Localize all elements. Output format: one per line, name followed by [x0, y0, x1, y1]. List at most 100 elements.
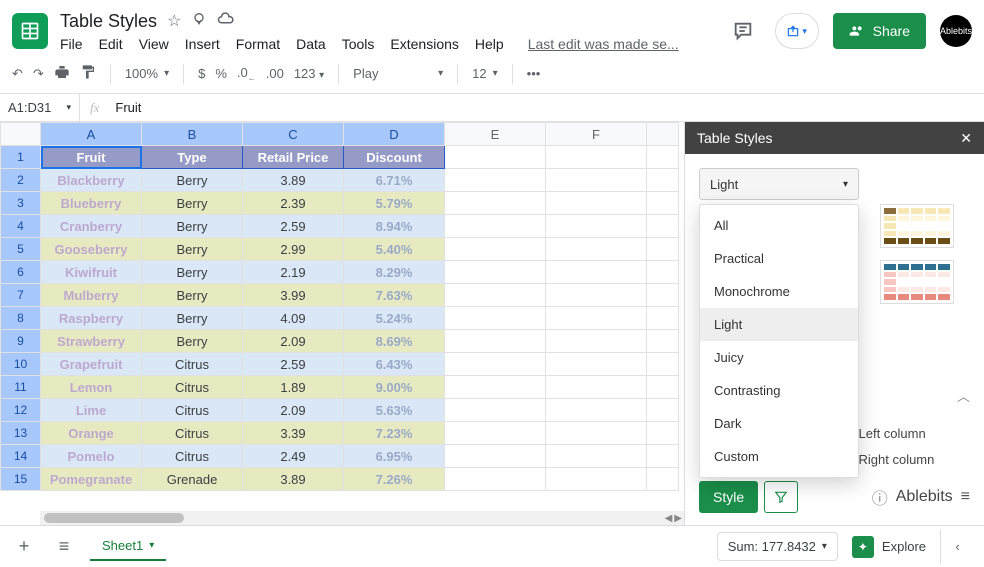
cell[interactable]: Berry [142, 307, 243, 330]
cell[interactable]: 7.63% [344, 284, 445, 307]
cell[interactable]: Grapefruit [41, 353, 142, 376]
col-header[interactable]: D [344, 123, 445, 146]
print-icon[interactable] [54, 64, 70, 83]
cell[interactable] [445, 261, 546, 284]
style-preview[interactable] [880, 260, 954, 304]
name-box[interactable]: A1:D31▾ [0, 94, 80, 121]
cell[interactable] [445, 238, 546, 261]
redo-icon[interactable]: ↷ [33, 66, 44, 82]
style-category-select[interactable]: Light▾ [699, 168, 859, 200]
dropdown-option[interactable]: Practical [700, 242, 858, 275]
cell[interactable] [445, 399, 546, 422]
cell[interactable]: Pomelo [41, 445, 142, 468]
col-header[interactable]: B [142, 123, 243, 146]
cell[interactable] [546, 284, 647, 307]
cell[interactable] [546, 146, 647, 169]
cell[interactable] [546, 192, 647, 215]
cell[interactable]: 4.09 [243, 307, 344, 330]
col-header[interactable] [647, 123, 679, 146]
cell[interactable]: Blackberry [41, 169, 142, 192]
row-header[interactable]: 2 [1, 169, 41, 192]
style-preview[interactable] [880, 204, 954, 248]
menu-edit[interactable]: Edit [99, 36, 123, 52]
cell[interactable] [647, 261, 679, 284]
col-header[interactable]: A [41, 123, 142, 146]
fontsize-select[interactable]: 12▾ [472, 66, 498, 81]
row-header[interactable]: 10 [1, 353, 41, 376]
cell[interactable]: Blueberry [41, 192, 142, 215]
cell[interactable] [546, 399, 647, 422]
cell[interactable]: Berry [142, 192, 243, 215]
cell[interactable]: 7.23% [344, 422, 445, 445]
cell[interactable]: 7.26% [344, 468, 445, 491]
paint-format-icon[interactable] [80, 64, 96, 83]
cell[interactable]: 8.29% [344, 261, 445, 284]
select-all-corner[interactable] [1, 123, 41, 146]
cell[interactable] [647, 307, 679, 330]
cell[interactable] [647, 215, 679, 238]
collapse-sidebar-button[interactable]: ‹ [940, 530, 974, 564]
dropdown-option[interactable]: Juicy [700, 341, 858, 374]
cell[interactable]: 3.89 [243, 169, 344, 192]
cell[interactable] [647, 192, 679, 215]
row-header[interactable]: 8 [1, 307, 41, 330]
cell[interactable] [445, 468, 546, 491]
menu-help[interactable]: Help [475, 36, 504, 52]
explore-button[interactable]: ✦Explore [852, 536, 926, 558]
cell[interactable]: Citrus [142, 422, 243, 445]
cell[interactable] [445, 192, 546, 215]
menu-file[interactable]: File [60, 36, 83, 52]
cell[interactable] [647, 169, 679, 192]
cell[interactable]: Raspberry [41, 307, 142, 330]
cell[interactable]: Orange [41, 422, 142, 445]
cell[interactable]: 2.39 [243, 192, 344, 215]
scrollbar-thumb[interactable] [44, 513, 184, 523]
all-sheets-button[interactable]: ≡ [50, 536, 78, 557]
col-header[interactable]: C [243, 123, 344, 146]
cell[interactable]: Gooseberry [41, 238, 142, 261]
cell[interactable] [546, 353, 647, 376]
row-header[interactable]: 14 [1, 445, 41, 468]
cell[interactable] [445, 307, 546, 330]
row-header[interactable]: 12 [1, 399, 41, 422]
row-header[interactable]: 5 [1, 238, 41, 261]
decrease-decimal-icon[interactable]: .0← [237, 65, 256, 83]
dropdown-option[interactable]: All [700, 209, 858, 242]
cell[interactable]: 2.09 [243, 330, 344, 353]
comments-icon[interactable] [725, 13, 761, 49]
cell[interactable] [546, 330, 647, 353]
cell[interactable]: Lemon [41, 376, 142, 399]
cell[interactable]: 5.63% [344, 399, 445, 422]
spreadsheet-grid[interactable]: A B C D E F 1 Fruit Type Retail Price Di… [0, 122, 679, 491]
cell[interactable]: Berry [142, 261, 243, 284]
filter-button[interactable] [764, 481, 798, 513]
col-header[interactable]: F [546, 123, 647, 146]
cloud-icon[interactable] [217, 12, 235, 31]
cell[interactable]: 9.00% [344, 376, 445, 399]
cell[interactable]: Retail Price [243, 146, 344, 169]
more-icon[interactable]: ••• [527, 66, 541, 81]
cell[interactable] [546, 422, 647, 445]
cell[interactable]: 2.09 [243, 399, 344, 422]
cell[interactable]: 6.95% [344, 445, 445, 468]
cell[interactable] [647, 146, 679, 169]
move-icon[interactable] [191, 11, 207, 32]
avatar[interactable]: Ablebits [940, 15, 972, 47]
cell[interactable] [647, 445, 679, 468]
cell[interactable]: Kiwifruit [41, 261, 142, 284]
cell[interactable]: Mulberry [41, 284, 142, 307]
row-header[interactable]: 9 [1, 330, 41, 353]
cell[interactable]: 3.39 [243, 422, 344, 445]
share-button[interactable]: Share [833, 13, 926, 49]
close-icon[interactable]: ✕ [960, 130, 972, 147]
dropdown-option[interactable]: Light [700, 308, 858, 341]
row-header[interactable]: 6 [1, 261, 41, 284]
row-header[interactable]: 7 [1, 284, 41, 307]
cell[interactable]: 3.89 [243, 468, 344, 491]
currency-icon[interactable]: $ [198, 66, 205, 81]
cell[interactable] [445, 353, 546, 376]
sheets-logo[interactable] [12, 13, 48, 49]
dropdown-option[interactable]: Dark [700, 407, 858, 440]
cell[interactable] [445, 422, 546, 445]
menu-insert[interactable]: Insert [185, 36, 220, 52]
